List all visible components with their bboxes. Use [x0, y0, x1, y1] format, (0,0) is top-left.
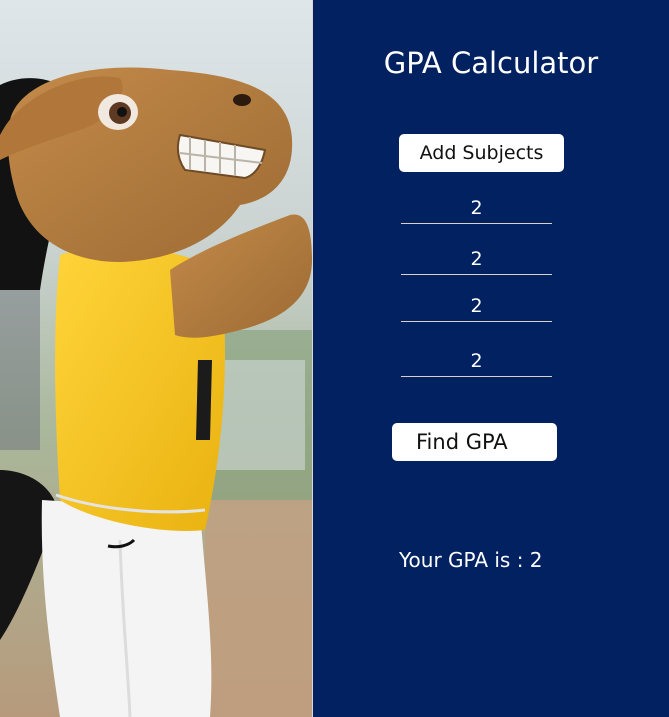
- mascot-photo: [0, 0, 312, 717]
- grade-input-3[interactable]: [401, 291, 552, 322]
- add-subjects-button[interactable]: Add Subjects: [399, 134, 564, 172]
- gpa-panel: GPA Calculator Add Subjects Find GPA You…: [312, 0, 669, 717]
- grade-input-2[interactable]: [401, 244, 552, 275]
- grade-input-1[interactable]: [401, 193, 552, 224]
- grade-input-4[interactable]: [401, 346, 552, 377]
- gpa-result: Your GPA is : 2: [399, 548, 543, 572]
- page-title: GPA Calculator: [383, 46, 599, 80]
- find-gpa-button[interactable]: Find GPA: [392, 423, 557, 461]
